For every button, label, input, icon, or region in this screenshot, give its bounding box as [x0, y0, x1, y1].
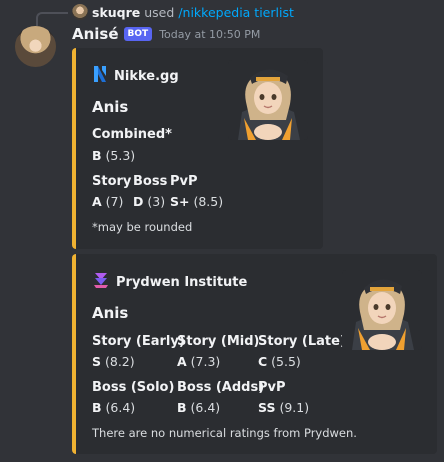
field-value-boss-adds: B (6.4): [177, 400, 220, 415]
field-value-story-early: S (8.2): [92, 354, 135, 369]
avatar[interactable]: [15, 26, 56, 67]
embed-title: Anis: [92, 98, 129, 116]
score: (5.5): [271, 354, 301, 369]
score: (6.4): [105, 400, 136, 415]
prydwen-logo-icon: [92, 270, 110, 294]
embed-footnote: There are no numerical ratings from Pryd…: [92, 426, 357, 440]
score: (8.2): [105, 354, 135, 369]
reply-username[interactable]: skuqre: [92, 5, 140, 20]
field-name-boss-solo: Boss (Solo): [92, 380, 175, 395]
embed-thumbnail[interactable]: [342, 270, 422, 350]
bot-badge: BOT: [123, 27, 153, 41]
embed-provider-name[interactable]: Nikke.gg: [114, 69, 179, 84]
field-name-story-late: Story (Late): [258, 334, 346, 349]
field-name-boss: Boss: [133, 174, 168, 189]
field-value-boss-solo: B (6.4): [92, 400, 135, 415]
score: (8.5): [193, 194, 224, 209]
embed-title: Anis: [92, 304, 129, 322]
field-name-boss-adds: Boss (Adds): [177, 380, 265, 395]
field-value-story-late: C (5.5): [258, 354, 301, 369]
field-name-story: Story: [92, 174, 132, 189]
grade: S+: [170, 194, 190, 209]
score: (3): [147, 194, 166, 209]
field-value-pvp: SS (9.1): [258, 400, 309, 415]
score: (7): [105, 194, 124, 209]
embed-provider-name[interactable]: Prydwen Institute: [116, 275, 247, 290]
grade: B: [92, 148, 102, 163]
reply-command[interactable]: /nikkepedia tierlist: [178, 5, 294, 20]
grade: D: [133, 194, 144, 209]
score: (7.3): [190, 354, 221, 369]
field-name-combined: Combined*: [92, 127, 172, 142]
nikke-gg-logo-icon: [92, 64, 108, 88]
grade: B: [177, 400, 187, 415]
grade: S: [92, 354, 102, 369]
grade: A: [177, 354, 187, 369]
embed-prydwen: Prydwen Institute Anis Story (Early) S (…: [72, 254, 437, 454]
score: (9.1): [279, 400, 310, 415]
grade: B: [92, 400, 102, 415]
message-header: Anisé BOT Today at 10:50 PM: [72, 25, 260, 43]
field-name-pvp: PvP: [258, 380, 286, 395]
embed-provider: Prydwen Institute: [92, 270, 247, 294]
score: (5.3): [105, 148, 136, 163]
embed-nikke-gg: Nikke.gg Anis Combined* B (5.3) Story A …: [72, 48, 323, 249]
reply-reference[interactable]: skuqre used /nikkepedia tierlist: [72, 3, 294, 21]
field-name-story-early: Story (Early): [92, 334, 185, 349]
field-name-pvp: PvP: [170, 174, 198, 189]
embed-footnote: *may be rounded: [92, 220, 193, 234]
field-value-pvp: S+ (8.5): [170, 194, 223, 209]
grade: C: [258, 354, 268, 369]
field-name-story-mid: Story (Mid): [177, 334, 260, 349]
field-value-boss: D (3): [133, 194, 165, 209]
reply-avatar[interactable]: [72, 4, 88, 20]
grade: A: [92, 194, 102, 209]
score: (6.4): [190, 400, 221, 415]
embed-thumbnail[interactable]: [228, 60, 308, 140]
grade: SS: [258, 400, 276, 415]
author-name[interactable]: Anisé: [72, 25, 119, 43]
field-value-story: A (7): [92, 194, 123, 209]
reply-connector: [36, 12, 68, 26]
field-value-story-mid: A (7.3): [177, 354, 220, 369]
reply-used-text: used: [144, 4, 175, 20]
embed-provider: Nikke.gg: [92, 64, 179, 88]
field-value-combined: B (5.3): [92, 148, 135, 163]
timestamp[interactable]: Today at 10:50 PM: [159, 28, 260, 41]
